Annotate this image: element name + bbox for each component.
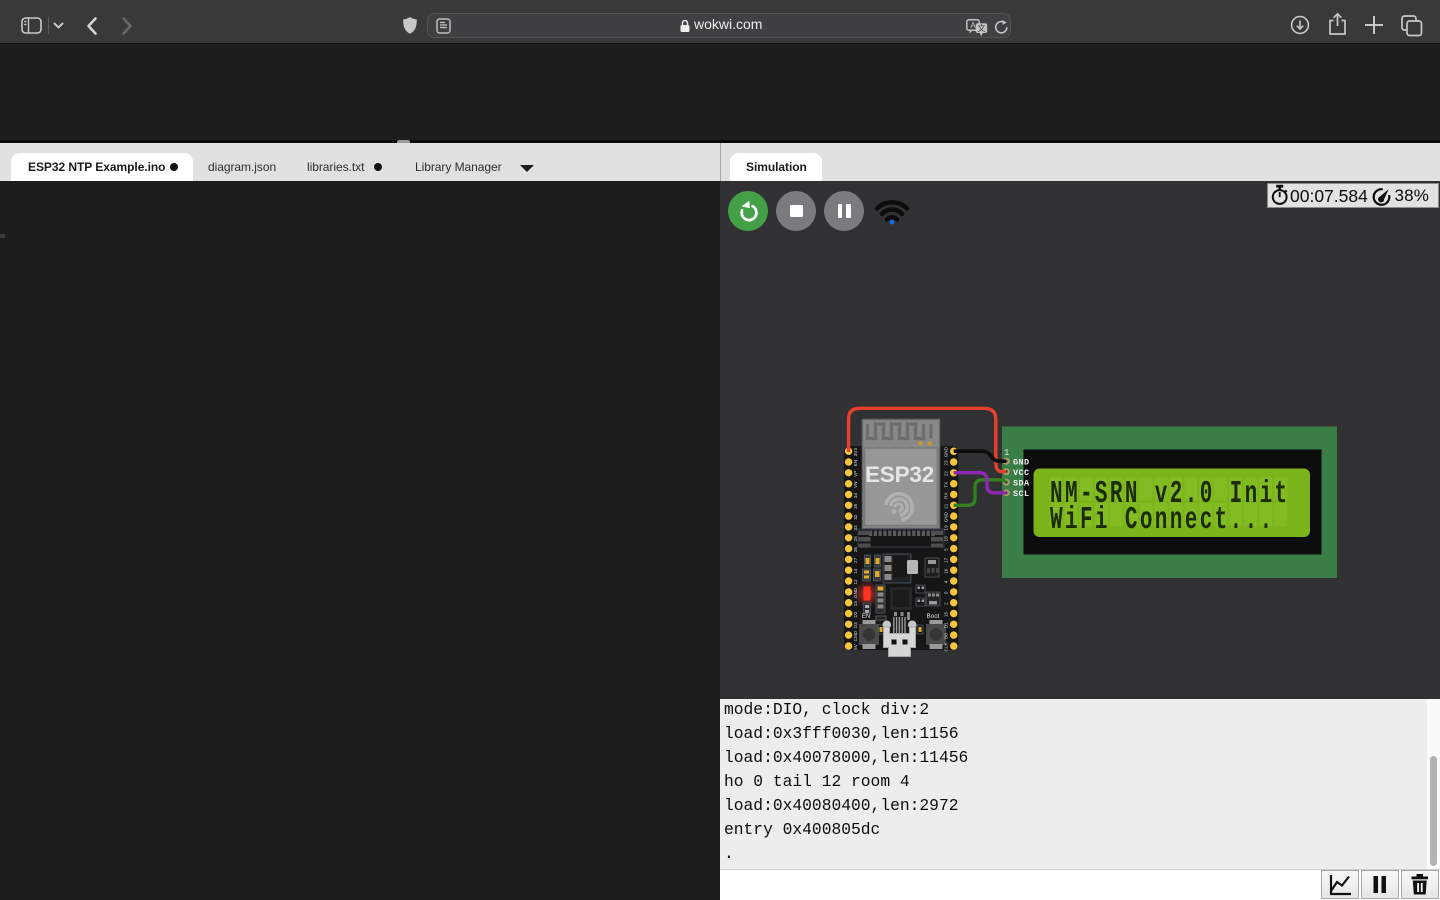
svg-text:SCL: SCL	[1013, 489, 1030, 499]
svg-text:5V: 5V	[853, 643, 858, 650]
svg-text:D2: D2	[853, 611, 858, 617]
svg-text:RX: RX	[944, 492, 949, 498]
svg-text:23: 23	[944, 460, 949, 466]
svg-text:D3: D3	[853, 622, 858, 628]
svg-text:EN: EN	[862, 613, 871, 620]
svg-text:1: 1	[1004, 448, 1009, 458]
svg-text:D0: D0	[944, 633, 949, 639]
svg-text:D1: D1	[944, 622, 949, 628]
svg-text:16: 16	[944, 568, 949, 574]
svg-text:12: 12	[853, 579, 858, 585]
svg-text:17: 17	[944, 557, 949, 563]
svg-text:33: 33	[853, 525, 858, 531]
svg-text:25: 25	[853, 536, 858, 542]
svg-text:GND: GND	[944, 511, 949, 522]
svg-text:CMD: CMD	[853, 630, 858, 641]
svg-text:18: 18	[944, 536, 949, 542]
svg-text:22: 22	[944, 471, 949, 477]
svg-text:TX: TX	[944, 482, 949, 488]
svg-text:GND: GND	[1013, 458, 1030, 468]
svg-text:19: 19	[944, 525, 949, 531]
svg-text:4: 4	[944, 580, 949, 583]
svg-text:CLK: CLK	[944, 642, 949, 652]
svg-text:13: 13	[853, 601, 858, 607]
svg-text:5: 5	[944, 548, 949, 551]
svg-text:EN: EN	[853, 460, 858, 466]
svg-text:2: 2	[944, 602, 949, 605]
svg-text:15: 15	[944, 612, 949, 618]
svg-text:GND: GND	[944, 446, 949, 457]
svg-text:Boot: Boot	[927, 613, 940, 620]
svg-text:14: 14	[853, 568, 858, 574]
svg-text:32: 32	[853, 514, 858, 520]
svg-text:GND: GND	[853, 587, 858, 598]
svg-text:WiFi Connect...: WiFi Connect...	[1050, 503, 1272, 538]
svg-text:35: 35	[853, 503, 858, 509]
svg-text:VP: VP	[853, 471, 858, 477]
svg-text:SDA: SDA	[1013, 479, 1030, 489]
svg-text:3V3: 3V3	[853, 448, 858, 457]
svg-text:0: 0	[944, 591, 949, 594]
svg-text:VN: VN	[853, 482, 858, 488]
svg-text:27: 27	[853, 557, 858, 563]
svg-text:ESP32: ESP32	[865, 462, 934, 487]
svg-text:34: 34	[853, 493, 858, 499]
svg-text:VCC: VCC	[1013, 468, 1030, 478]
svg-text:文: 文	[978, 23, 986, 33]
svg-text:21: 21	[944, 503, 949, 509]
svg-text:26: 26	[853, 547, 858, 553]
svg-text:A: A	[970, 21, 976, 30]
